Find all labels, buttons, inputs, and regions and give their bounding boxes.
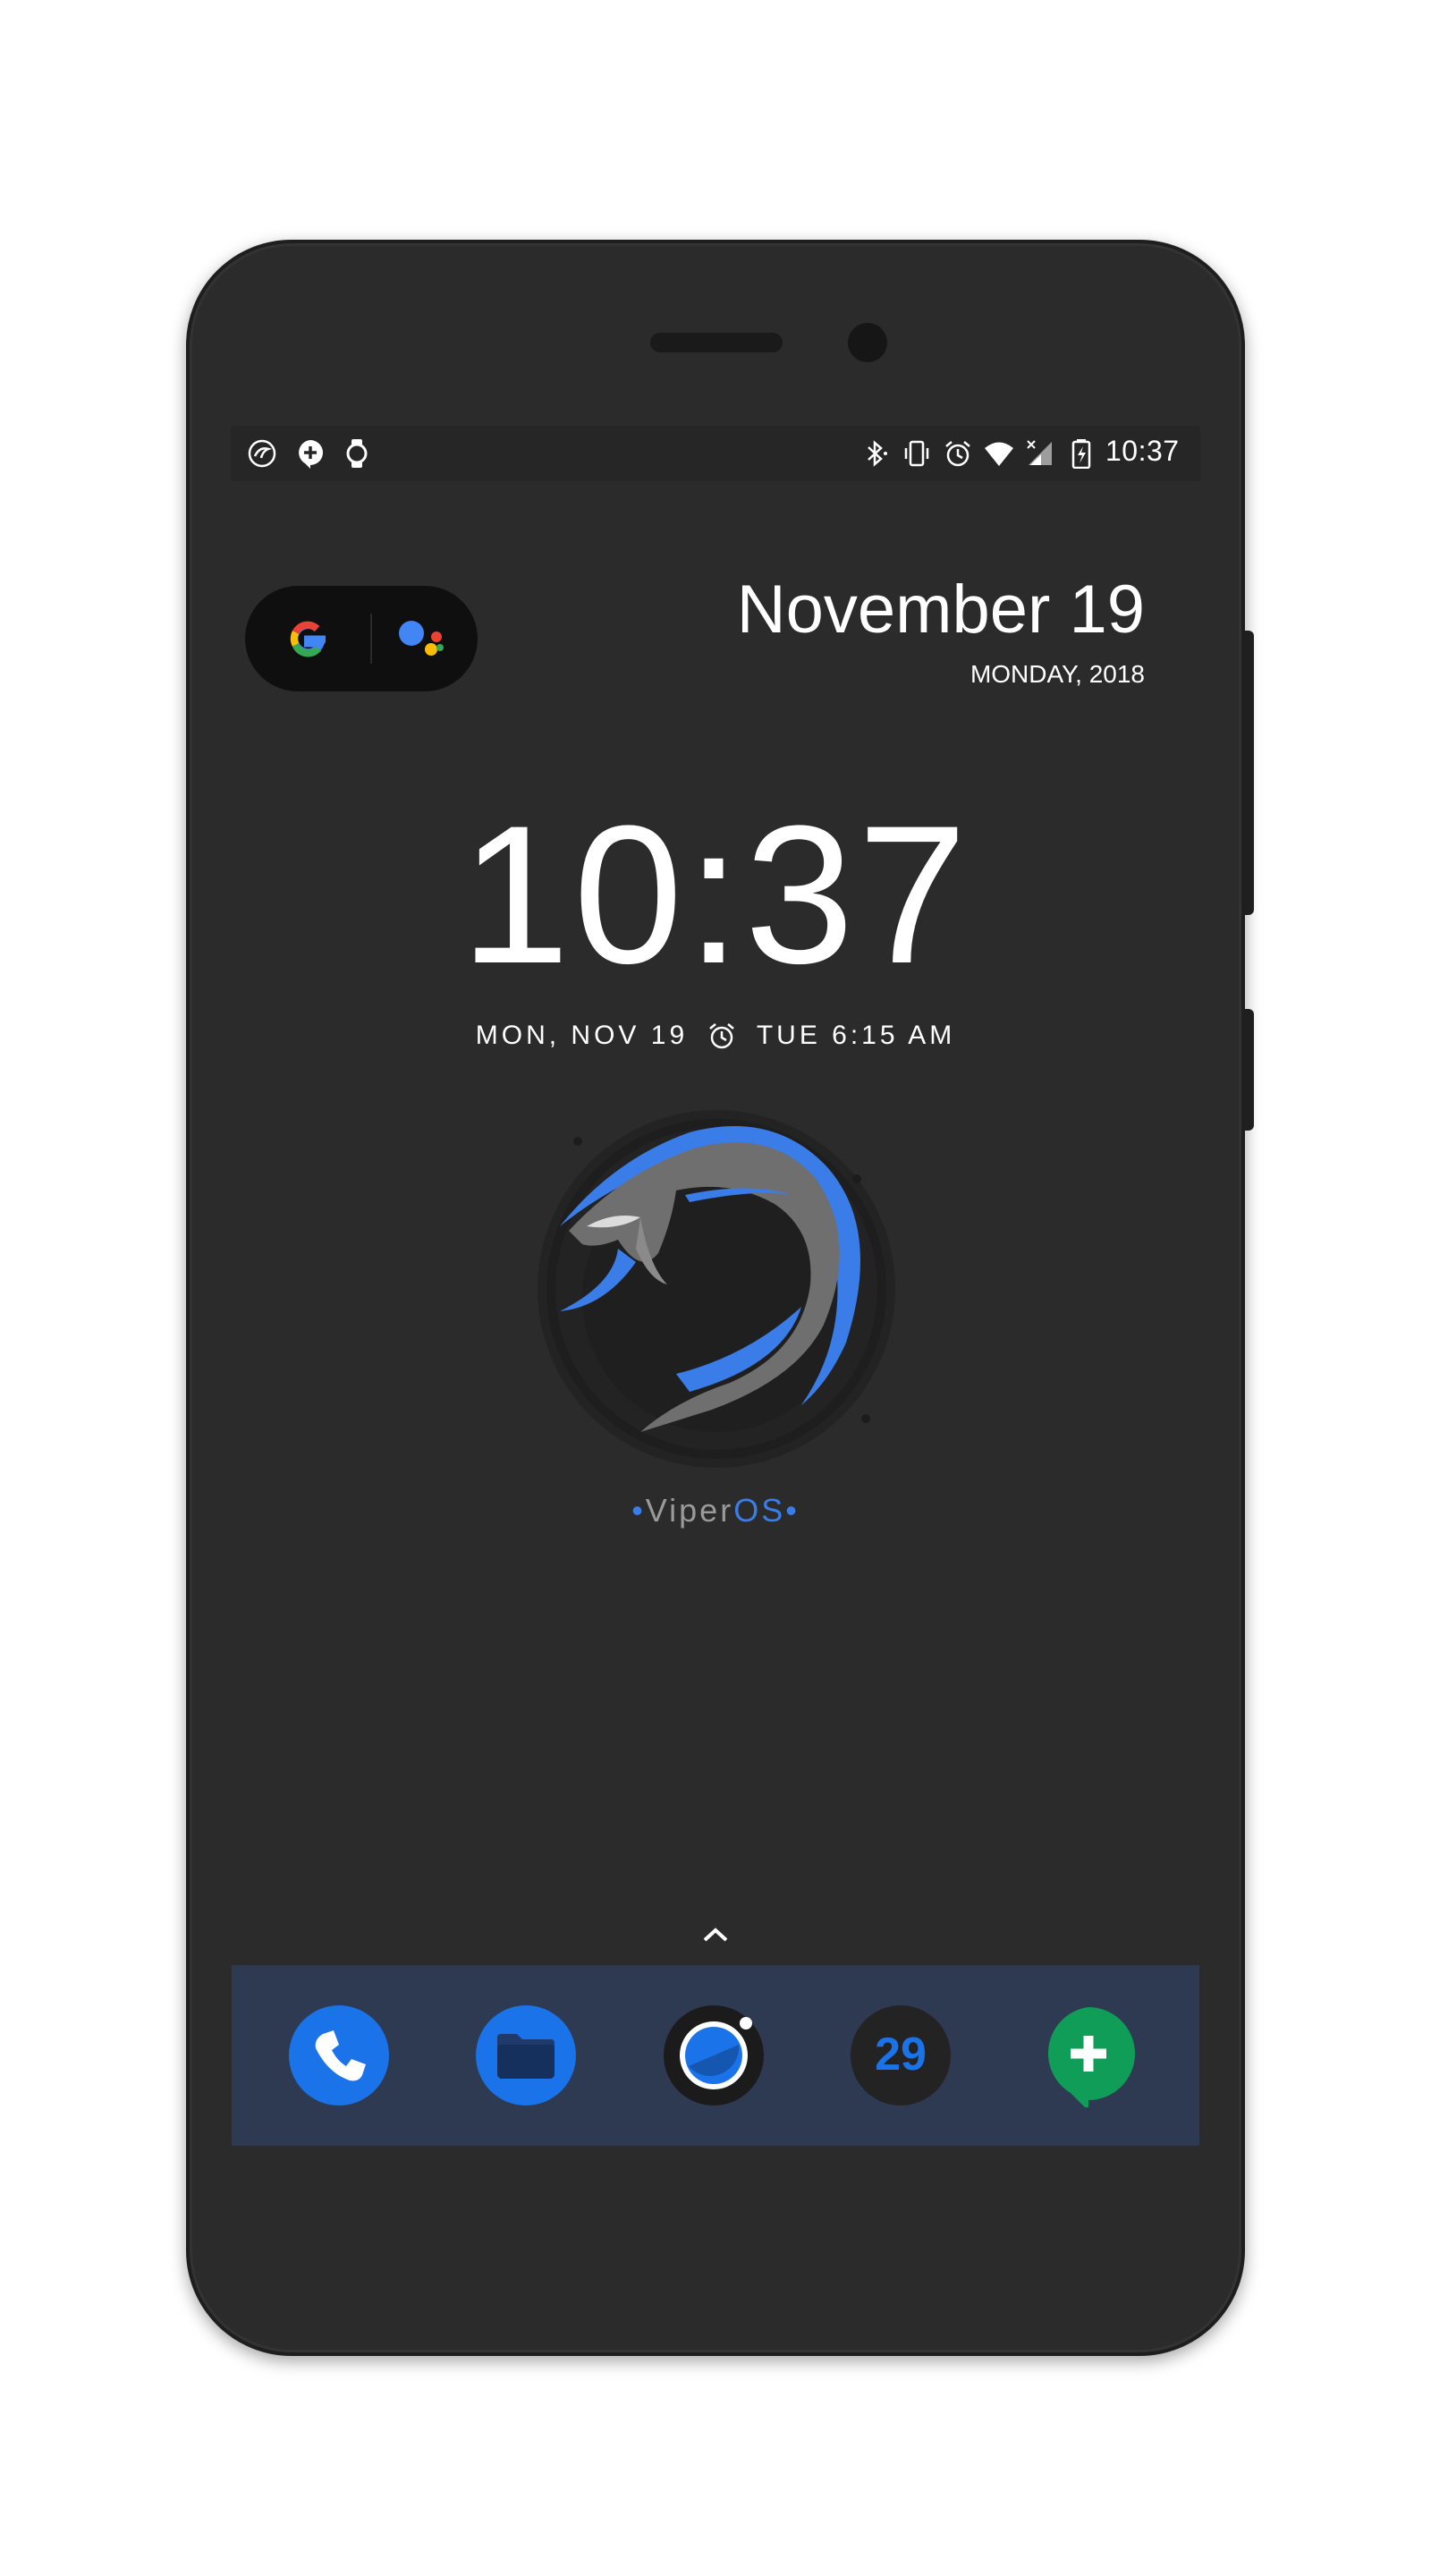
assistant-icon[interactable] xyxy=(397,615,451,665)
next-alarm-time: TUE 6:15 AM xyxy=(756,1021,956,1051)
dock-app-calendar[interactable]: 29 xyxy=(849,2004,953,2107)
chevron-up-icon[interactable] xyxy=(699,1923,732,1945)
folder-icon xyxy=(476,2005,576,2106)
camera-icon xyxy=(664,2005,764,2106)
date-widget-weekday-year[interactable]: MONDAY, 2018 xyxy=(970,660,1145,689)
next-alarm-line[interactable]: MON, NOV 19 TUE 6:15 AM xyxy=(0,1020,1431,1051)
brand-dot-left: • xyxy=(631,1492,646,1529)
dock-app-camera[interactable] xyxy=(662,2004,766,2107)
google-icon[interactable] xyxy=(284,615,331,662)
dock-app-phone[interactable] xyxy=(287,2004,391,2107)
viperos-logo xyxy=(538,1110,895,1468)
watch-icon xyxy=(342,438,372,469)
dock-app-hangouts[interactable] xyxy=(1037,2004,1140,2111)
hangouts-icon xyxy=(1047,2007,1135,2111)
brand-name-accent: OS xyxy=(733,1492,786,1529)
viper-notification-icon xyxy=(247,438,277,469)
battery-icon xyxy=(1066,438,1097,469)
phone-icon xyxy=(289,2005,389,2106)
dock-app-files[interactable] xyxy=(474,2004,578,2107)
wifi-icon xyxy=(984,438,1014,469)
date-widget-date[interactable]: November 19 xyxy=(737,571,1145,648)
clock-widget-time[interactable]: 10:37 xyxy=(0,796,1431,993)
brand-dot-right: • xyxy=(785,1492,800,1529)
earpiece-speaker xyxy=(650,333,783,352)
cell-signal-icon xyxy=(1025,438,1055,469)
hangouts-notification-icon xyxy=(295,438,326,469)
clock-date-line: MON, NOV 19 xyxy=(475,1021,689,1051)
status-time: 10:37 xyxy=(1105,435,1180,467)
pill-divider xyxy=(370,614,372,664)
viperos-brand-text: •ViperOS• xyxy=(0,1492,1431,1530)
alarm-status-icon xyxy=(943,438,973,469)
alarm-icon xyxy=(709,1023,735,1049)
front-camera xyxy=(848,323,887,362)
calendar-badge: 29 xyxy=(875,2029,927,2080)
calendar-icon: 29 xyxy=(851,2005,951,2106)
vibrate-icon xyxy=(902,438,932,469)
bluetooth-icon xyxy=(860,438,891,469)
brand-name-main: Viper xyxy=(645,1492,734,1529)
